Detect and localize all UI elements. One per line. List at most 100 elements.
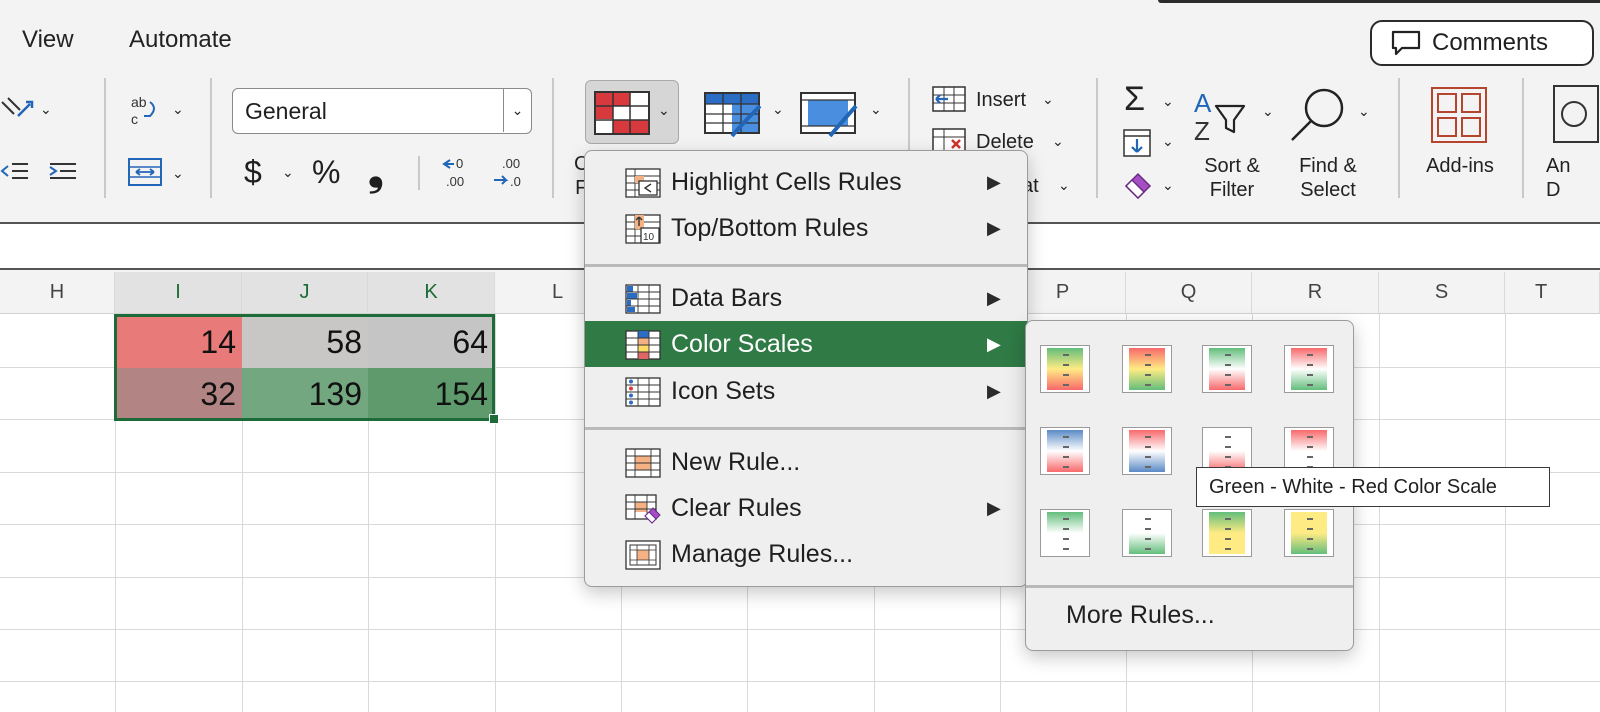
menu-item-clear-rules[interactable]: Clear Rules ▶ — [585, 485, 1027, 531]
ribbon-separator — [1096, 78, 1098, 198]
find-select-label[interactable]: Find & Select — [1288, 154, 1368, 202]
column-header-k[interactable]: K — [368, 272, 495, 314]
cell-styles-icon[interactable] — [800, 92, 860, 138]
menu-item-label: Highlight Cells Rules — [671, 167, 902, 196]
swatch-line — [1225, 528, 1231, 530]
swatch-line — [1307, 436, 1313, 438]
column-header-s[interactable]: S — [1379, 272, 1505, 314]
cell-k1[interactable]: 64 — [368, 316, 494, 368]
chevron-down-icon[interactable]: ⌄ — [772, 101, 784, 118]
chevron-down-icon[interactable]: ⌄ — [1358, 103, 1370, 120]
color-scale-option[interactable] — [1040, 509, 1090, 557]
color-scale-option[interactable] — [1040, 345, 1090, 393]
menu-item-data-bars[interactable]: Data Bars ▶ — [585, 275, 1027, 321]
decrease-indent-icon[interactable] — [0, 156, 30, 186]
cell-j2[interactable]: 139 — [242, 368, 368, 420]
swatch-line — [1307, 384, 1313, 386]
chevron-down-icon[interactable]: ⌄ — [40, 101, 52, 118]
swatch-line — [1063, 528, 1069, 530]
cell-j1[interactable]: 58 — [242, 316, 368, 368]
column-header-q[interactable]: Q — [1126, 272, 1252, 314]
color-scale-option[interactable] — [1202, 345, 1252, 393]
menu-item-color-scales[interactable]: Color Scales ▶ — [585, 321, 1027, 367]
ribbon-separator — [104, 78, 106, 198]
swatch-line — [1225, 518, 1231, 520]
add-ins-icon[interactable] — [1430, 86, 1488, 144]
analyze-data-icon[interactable] — [1552, 84, 1600, 144]
chevron-down-icon[interactable]: ⌄ — [1052, 133, 1064, 150]
more-rules-item[interactable]: More Rules... — [1066, 601, 1215, 630]
color-scale-option[interactable] — [1284, 509, 1334, 557]
ribbon-separator — [418, 156, 420, 190]
color-scale-option[interactable] — [1122, 427, 1172, 475]
insert-cells-icon[interactable] — [932, 86, 966, 112]
menu-item-icon-sets[interactable]: Icon Sets ▶ — [585, 368, 1027, 414]
chevron-down-icon[interactable]: ⌄ — [1162, 93, 1174, 110]
column-header-j[interactable]: J — [242, 272, 368, 314]
column-header-h[interactable]: H — [0, 272, 115, 314]
add-ins-label[interactable]: Add-ins — [1418, 154, 1502, 178]
color-scale-option[interactable] — [1122, 509, 1172, 557]
percent-button[interactable]: % — [312, 154, 340, 191]
column-header-i[interactable]: I — [115, 272, 242, 314]
color-scale-option[interactable] — [1122, 345, 1172, 393]
clear-eraser-icon[interactable] — [1122, 170, 1154, 200]
color-scale-option[interactable] — [1284, 345, 1334, 393]
fill-handle[interactable] — [489, 414, 499, 424]
number-format-select[interactable]: General ⌄ — [232, 88, 532, 134]
decrease-decimal-icon[interactable]: .00.0 — [492, 154, 528, 190]
chevron-down-icon[interactable]: ⌄ — [172, 101, 184, 118]
format-as-table-icon[interactable] — [704, 92, 764, 138]
search-icon[interactable] — [1288, 86, 1348, 146]
chevron-down-icon[interactable]: ⌄ — [503, 89, 531, 132]
format-painter-icon[interactable] — [0, 92, 36, 128]
sort-filter-icon[interactable]: AZ — [1192, 86, 1254, 142]
menu-item-label: Color Scales — [671, 329, 813, 358]
increase-decimal-icon[interactable]: 0.00 — [440, 154, 476, 190]
column-header-t[interactable]: T — [1505, 272, 1600, 314]
insert-label[interactable]: Insert — [976, 88, 1026, 112]
chevron-down-icon[interactable]: ⌄ — [282, 164, 294, 181]
chevron-down-icon[interactable]: ⌄ — [1262, 103, 1274, 120]
menu-item-manage-rules[interactable]: Manage Rules... — [585, 531, 1027, 577]
chevron-down-icon[interactable]: ⌄ — [1058, 177, 1070, 194]
conditional-formatting-button[interactable]: ⌄ — [585, 80, 679, 144]
fill-icon[interactable] — [1122, 128, 1152, 158]
cell-i1[interactable]: 14 — [116, 316, 242, 368]
sort-filter-line1: Sort & — [1204, 155, 1260, 177]
menu-item-highlight-cells-rules[interactable]: Highlight Cells Rules ▶ — [585, 159, 1027, 205]
increase-indent-icon[interactable] — [48, 156, 78, 186]
analyze-data-label[interactable]: An D — [1546, 154, 1570, 202]
gridline — [0, 681, 1600, 682]
comma-style-button[interactable]: ❟ — [368, 150, 384, 195]
sort-filter-label[interactable]: Sort & Filter — [1192, 154, 1272, 202]
chevron-down-icon[interactable]: ⌄ — [172, 165, 184, 182]
cell-k2[interactable]: 154 — [368, 368, 494, 420]
currency-button[interactable]: $ — [244, 154, 262, 191]
menu-item-label: Icon Sets — [671, 376, 776, 405]
chevron-down-icon[interactable]: ⌄ — [1162, 133, 1174, 150]
cell-i2[interactable]: 32 — [116, 368, 242, 420]
color-scale-option[interactable] — [1202, 509, 1252, 557]
merge-center-icon[interactable] — [128, 158, 162, 186]
menu-item-new-rule[interactable]: New Rule... — [585, 439, 1027, 485]
tab-view[interactable]: View — [22, 26, 74, 54]
menu-item-top-bottom-rules[interactable]: 10 Top/Bottom Rules ▶ — [585, 205, 1027, 251]
tab-automate[interactable]: Automate — [129, 26, 232, 54]
window-edge — [1158, 0, 1600, 3]
menu-separator — [585, 264, 1027, 267]
highlight-cells-icon — [625, 168, 661, 198]
wrap-text-icon[interactable]: ab c — [128, 92, 164, 128]
delete-cells-icon[interactable] — [932, 128, 966, 152]
swatch-line — [1225, 446, 1231, 448]
autosum-icon[interactable]: Σ — [1124, 80, 1145, 119]
swatch-line — [1063, 518, 1069, 520]
chevron-down-icon[interactable]: ⌄ — [870, 101, 882, 118]
chevron-down-icon[interactable]: ⌄ — [1042, 91, 1054, 108]
color-scale-option[interactable] — [1040, 427, 1090, 475]
conditional-formatting-menu: Highlight Cells Rules ▶ 10 Top/Bottom Ru… — [584, 150, 1028, 587]
swatch-line — [1225, 354, 1231, 356]
column-header-r[interactable]: R — [1252, 272, 1379, 314]
chevron-down-icon[interactable]: ⌄ — [1162, 177, 1174, 194]
comments-button[interactable]: Comments — [1370, 20, 1594, 66]
